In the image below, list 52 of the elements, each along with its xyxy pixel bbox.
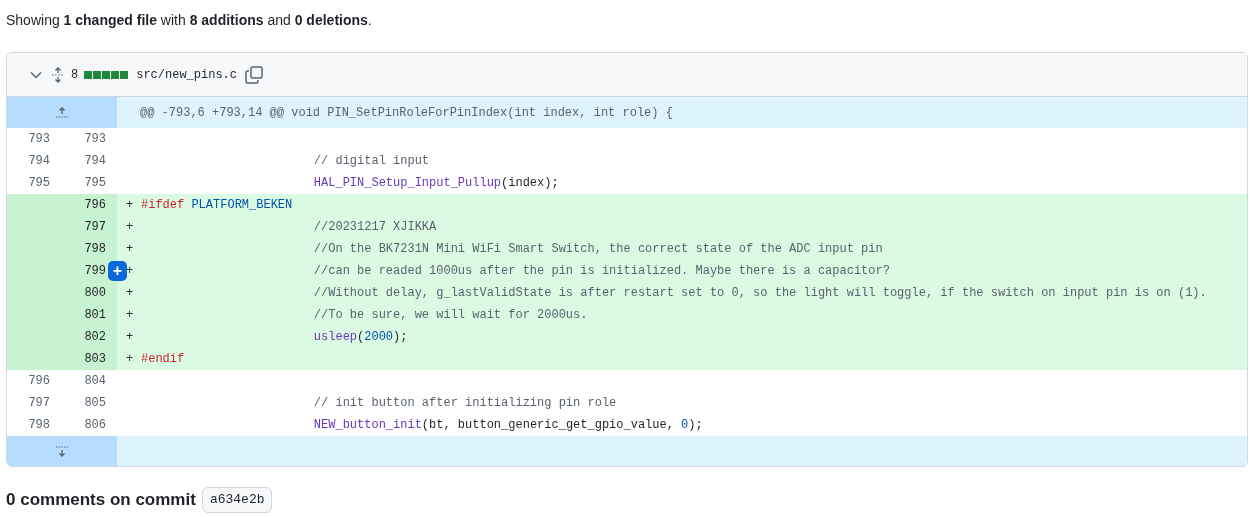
file-path-link[interactable]: src/new_pins.c bbox=[136, 65, 238, 84]
line-number: 793 bbox=[84, 131, 106, 148]
line-number: 796 bbox=[84, 197, 106, 214]
commit-sha[interactable]: a634e2b bbox=[201, 487, 273, 513]
expand-up-icon[interactable] bbox=[54, 106, 70, 119]
diff-marker: + bbox=[126, 330, 134, 344]
diff-marker: + bbox=[126, 352, 134, 366]
line-number: 798 bbox=[28, 417, 50, 434]
expand-lines-icon[interactable] bbox=[51, 66, 65, 83]
code-line: #ifdef PLATFORM_BEKEN bbox=[141, 197, 293, 214]
line-number: 797 bbox=[28, 395, 50, 412]
line-number: 800 bbox=[84, 285, 106, 302]
copy-icon[interactable] bbox=[245, 65, 264, 84]
diff-marker: + bbox=[126, 308, 134, 322]
code-line: // digital input bbox=[312, 153, 430, 170]
code-line: //On the BK7231N Mini WiFi Smart Switch, the correct state of the ADC input pin bbox=[312, 241, 883, 258]
code-line: //To be sure, we will wait for 2000us. bbox=[312, 307, 588, 324]
line-number: 805 bbox=[84, 395, 106, 412]
line-number: 794 bbox=[28, 153, 50, 170]
summary-text: Showing 1 changed file with 8 additions and 0 deletions. bbox=[6, 11, 373, 30]
code-line: //Without delay, g_lastValidState is after restart set to 0, so the light will toggle, if the switch on input pin is on (1). bbox=[312, 285, 1207, 302]
expand-down-icon[interactable] bbox=[54, 445, 70, 457]
diff-marker: + bbox=[126, 220, 134, 234]
comments-heading: 0 comments on commit bbox=[6, 489, 196, 511]
change-count: 8 bbox=[71, 66, 79, 84]
code-line: HAL_PIN_Setup_Input_Pullup(index); bbox=[312, 175, 559, 192]
add-comment-button[interactable]: + bbox=[108, 261, 127, 281]
line-number: 804 bbox=[84, 373, 106, 390]
line-number: 797 bbox=[84, 219, 106, 236]
line-number: 799 bbox=[84, 263, 106, 280]
line-number: 802 bbox=[84, 329, 106, 346]
code-line: //can be readed 1000us after the pin is initialized. Maybe there is a capacitor? bbox=[312, 263, 890, 280]
line-number: 798 bbox=[84, 241, 106, 258]
code-line: #endif bbox=[141, 351, 185, 368]
diff-marker: + bbox=[126, 264, 134, 278]
line-number: 803 bbox=[84, 351, 106, 368]
diff-marker: + bbox=[126, 286, 134, 300]
diffstat-icon bbox=[84, 70, 129, 79]
code-line: usleep(2000); bbox=[312, 329, 408, 346]
code-line: NEW_button_init(bt, button_generic_get_gpio_value, 0); bbox=[312, 417, 703, 434]
line-number: 794 bbox=[84, 153, 106, 170]
line-number: 796 bbox=[28, 373, 50, 390]
code-line: // init button after initializing pin role bbox=[312, 395, 617, 412]
diff-marker: + bbox=[126, 198, 134, 212]
code-line: //20231217 XJIKKA bbox=[312, 219, 437, 236]
diff-marker: + bbox=[126, 242, 134, 256]
line-number: 801 bbox=[84, 307, 106, 324]
line-number: 795 bbox=[28, 175, 50, 192]
hunk-header: @@ -793,6 +793,14 @@ void PIN_SetPinRoleForPinIndex(int index, int role) { bbox=[140, 104, 673, 122]
line-number: 806 bbox=[84, 417, 106, 434]
line-number: 793 bbox=[28, 131, 50, 148]
line-number: 795 bbox=[84, 175, 106, 192]
